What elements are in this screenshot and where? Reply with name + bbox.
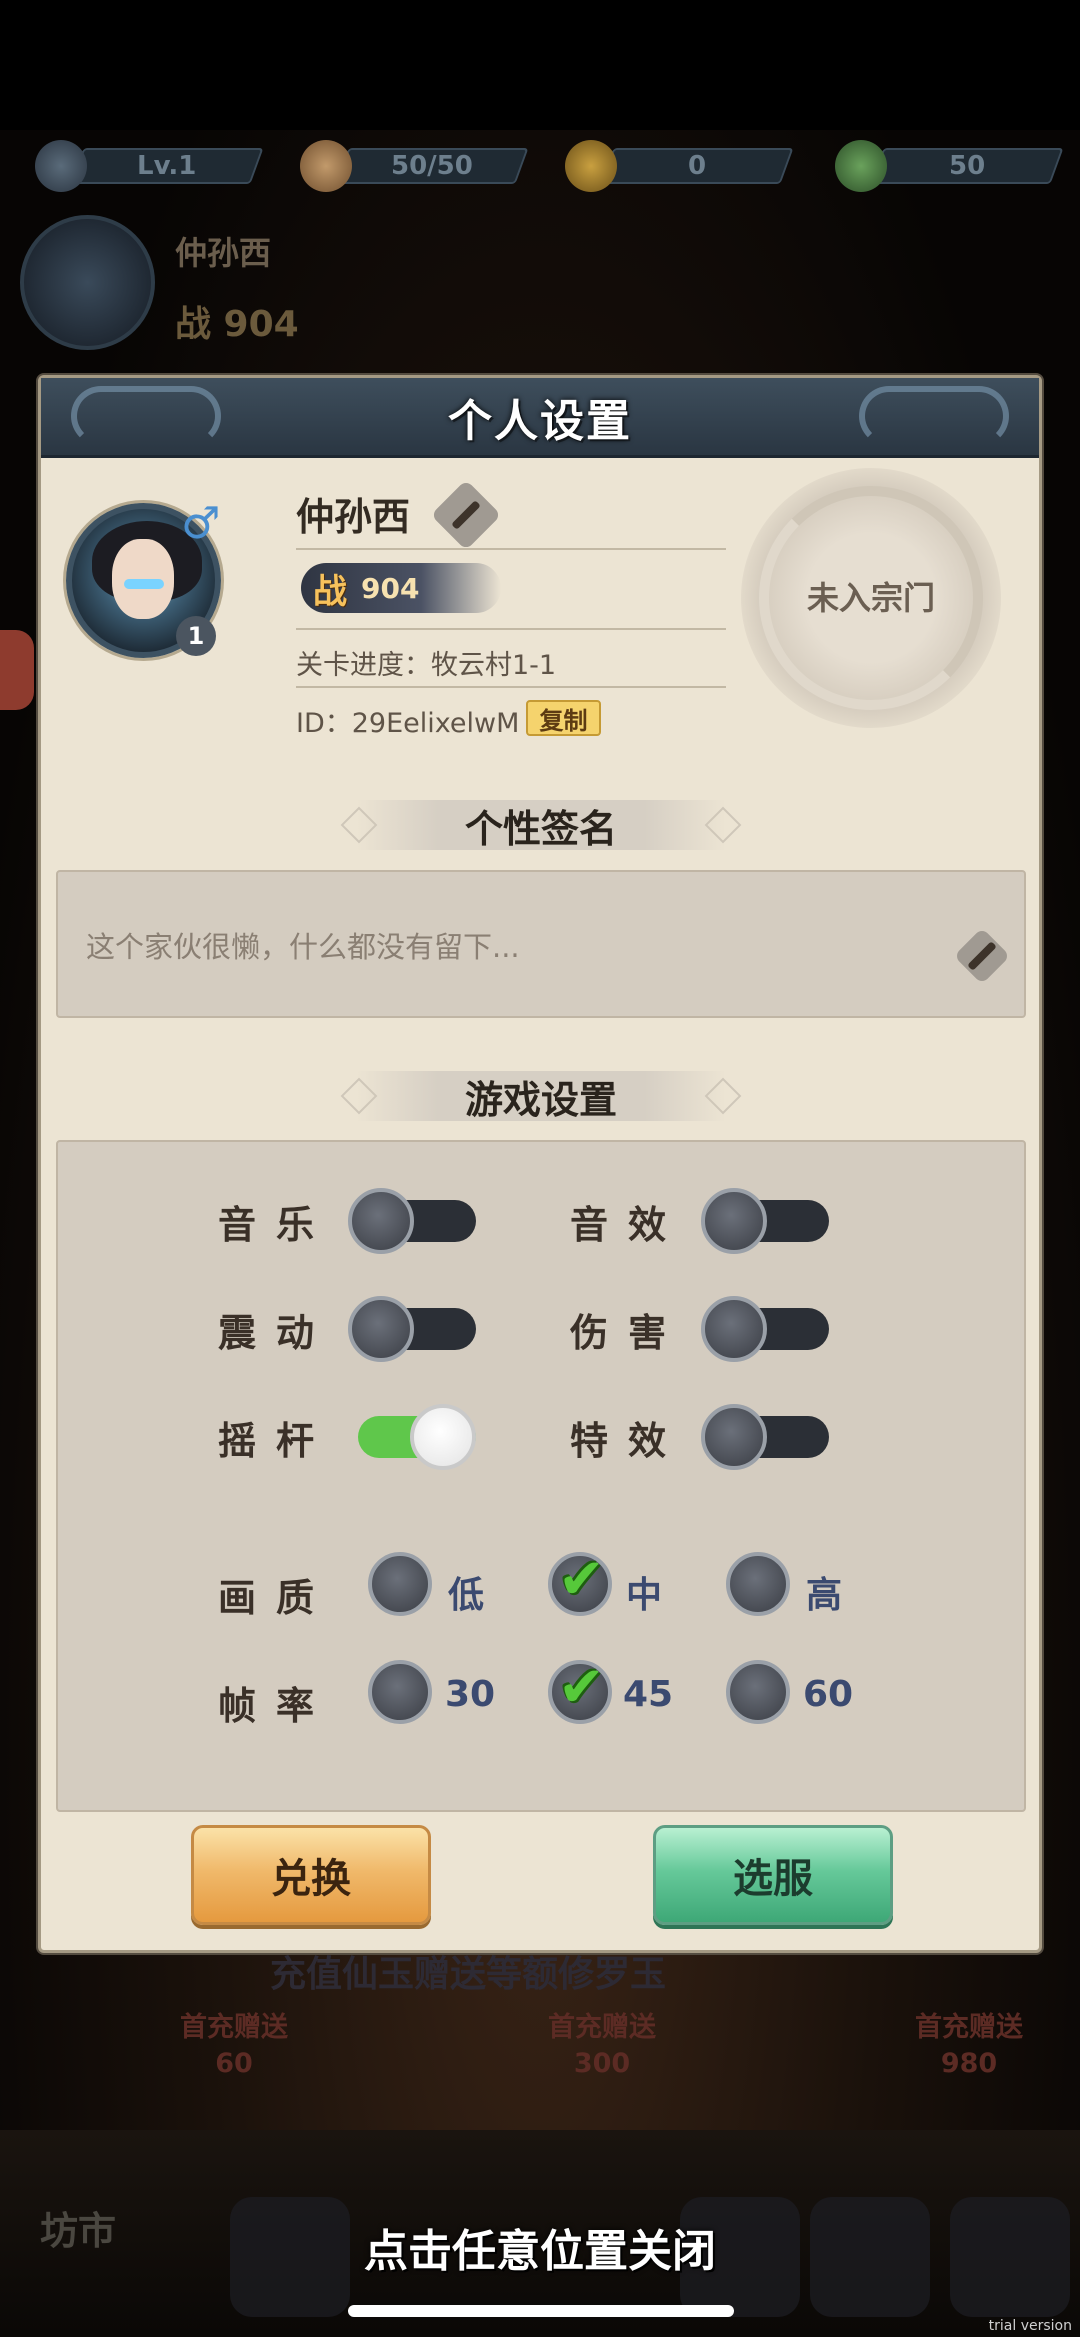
- bun-icon: [300, 140, 352, 192]
- pack-amount: 300: [573, 2048, 631, 2079]
- edit-name-brush-icon[interactable]: [430, 479, 502, 551]
- tap-to-close-hint[interactable]: 点击任意位置关闭: [0, 2215, 1080, 2279]
- hud-level: Lv.1: [35, 140, 264, 192]
- hud-jade: 50: [835, 140, 1064, 192]
- exchange-button[interactable]: 兑换: [191, 1825, 431, 1925]
- signature-header: 个性签名: [340, 800, 742, 851]
- cloud-ornament-icon: [859, 386, 1009, 446]
- quality-high-radio[interactable]: [726, 1552, 790, 1616]
- damage-numbers-toggle[interactable]: [701, 1296, 831, 1362]
- divider: [296, 686, 726, 688]
- player-name: 仲孙西: [296, 495, 411, 539]
- framerate-label: 帧率: [218, 1684, 335, 1728]
- divider: [296, 628, 726, 630]
- framerate-30-radio[interactable]: [368, 1660, 432, 1724]
- sect-emblem: 未入宗门: [741, 468, 1001, 728]
- diamond-ornament-icon: [704, 806, 742, 844]
- framerate-60-label: 60: [803, 1674, 854, 1715]
- divider: [296, 548, 726, 550]
- hud-level-text: Lv.1: [137, 151, 197, 181]
- pack-amount: 60: [215, 2048, 253, 2079]
- diamond-ornament-icon: [704, 1077, 742, 1115]
- signature-header-text: 个性签名: [464, 806, 617, 851]
- framerate-30-label: 30: [445, 1674, 496, 1715]
- quality-high-label: 高: [806, 1575, 843, 1616]
- signature-text: 这个家伙很懒，什么都没有留下...: [86, 930, 520, 964]
- hud-coins-text: 0: [687, 151, 707, 181]
- vibration-toggle[interactable]: [348, 1296, 478, 1362]
- sound-effects-toggle[interactable]: [701, 1188, 831, 1254]
- checkmark-icon: ✔: [558, 1655, 605, 1720]
- special-effects-toggle[interactable]: [701, 1404, 831, 1470]
- game-settings-header: 游戏设置: [340, 1071, 742, 1122]
- pack-label: 首充赠送: [548, 2012, 656, 2043]
- pack-label: 首充赠送: [180, 2012, 288, 2043]
- first-charge-pack-2: 首充赠送 300: [548, 2010, 656, 2082]
- level-badge: 1: [176, 616, 216, 656]
- quality-medium-radio[interactable]: ✔: [548, 1552, 612, 1616]
- home-indicator[interactable]: [348, 2305, 734, 2317]
- signature-box[interactable]: 这个家伙很懒，什么都没有留下...: [56, 870, 1026, 1018]
- quality-low-radio[interactable]: [368, 1552, 432, 1616]
- framerate-45-label: 45: [623, 1674, 674, 1715]
- settings-panel: 音乐 音效 震动 伤害 摇杆 特效 画质 低 ✔ 中 高 帧率 30 ✔ 45 …: [56, 1140, 1026, 1812]
- swirl-icon: [35, 140, 87, 192]
- sect-status: 未入宗门: [806, 579, 935, 617]
- toggle-label-joystick: 摇杆: [218, 1419, 335, 1463]
- hud-stamina: 50/50: [300, 140, 529, 192]
- player-id: ID：29EelixelwM: [296, 708, 520, 739]
- coin-icon: [565, 140, 617, 192]
- checkmark-icon: ✔: [558, 1547, 605, 1612]
- jade-leaf-icon: [835, 140, 887, 192]
- hud-jade-text: 50: [948, 151, 986, 181]
- music-toggle[interactable]: [348, 1188, 478, 1254]
- side-event-button: [0, 630, 34, 710]
- pack-label: 首充赠送: [915, 2012, 1023, 2043]
- hud-coins: 0: [565, 140, 794, 192]
- first-charge-pack-3: 首充赠送 980: [915, 2010, 1023, 2082]
- trial-watermark: trial version: [988, 2318, 1072, 2334]
- male-gender-icon: ♂: [181, 498, 221, 549]
- modal-header: 个人设置: [41, 378, 1039, 458]
- select-server-button[interactable]: 选服: [653, 1825, 893, 1925]
- diamond-ornament-icon: [340, 806, 378, 844]
- quality-label: 画质: [218, 1576, 335, 1620]
- stage-progress: 关卡进度：牧云村1-1: [296, 650, 557, 681]
- power-display: 战 904: [301, 563, 501, 613]
- background-avatar: [20, 215, 155, 350]
- background-player-name: 仲孙西: [175, 234, 272, 272]
- first-charge-pack-1: 首充赠送 60: [180, 2010, 288, 2082]
- game-settings-header-text: 游戏设置: [464, 1077, 617, 1122]
- status-bar-area: [0, 0, 1080, 130]
- cloud-ornament-icon: [71, 386, 221, 446]
- toggle-label-vibration: 震动: [218, 1311, 335, 1355]
- toggle-label-damage: 伤害: [570, 1311, 687, 1355]
- personal-settings-modal: 个人设置 ♂ 1 仲孙西 战 904 关卡进度：牧云村1-1 ID：29Eeli…: [38, 375, 1042, 1953]
- framerate-60-radio[interactable]: [726, 1660, 790, 1724]
- joystick-toggle[interactable]: [348, 1404, 478, 1470]
- modal-title: 个人设置: [448, 395, 632, 447]
- framerate-45-radio[interactable]: ✔: [548, 1660, 612, 1724]
- toggle-label-sfx: 音效: [570, 1203, 687, 1247]
- power-label: 战: [313, 571, 347, 612]
- hud-stamina-text: 50/50: [391, 151, 473, 181]
- toggle-label-music: 音乐: [218, 1203, 335, 1247]
- background-power: 战 904: [175, 304, 299, 345]
- edit-signature-brush-icon[interactable]: [953, 927, 1011, 985]
- power-value: 904: [361, 571, 420, 605]
- pack-amount: 980: [940, 2048, 998, 2079]
- quality-low-label: 低: [448, 1575, 485, 1616]
- diamond-ornament-icon: [340, 1077, 378, 1115]
- toggle-label-effects: 特效: [570, 1419, 687, 1463]
- quality-medium-label: 中: [626, 1575, 663, 1616]
- copy-id-button[interactable]: 复制: [526, 700, 601, 736]
